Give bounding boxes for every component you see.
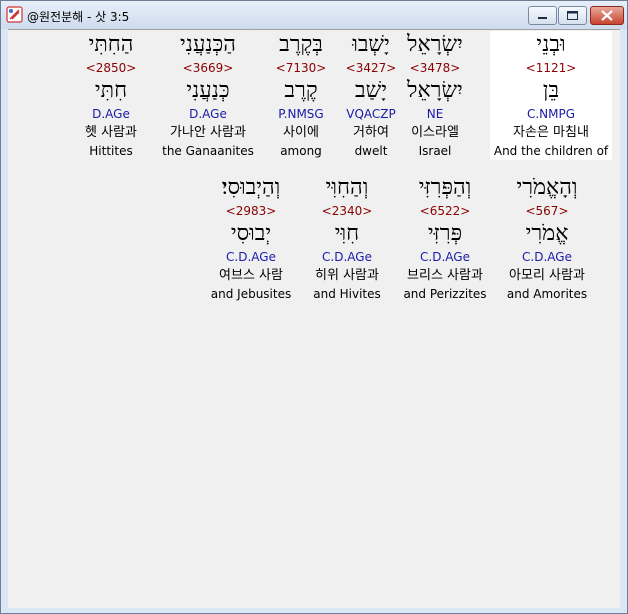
app-bible-icon xyxy=(6,6,23,23)
word-card[interactable]: וְהַחִוִּי <2340> חִוִּי C.D.AGe 히위 사람과 and H… xyxy=(300,174,394,303)
strong-number[interactable]: <3669> xyxy=(160,59,256,77)
parsing-code: C.NMPG xyxy=(526,107,576,121)
strong-number[interactable]: <2850> xyxy=(64,59,158,77)
hebrew-word: וּבְנֵי xyxy=(536,32,566,57)
korean-gloss: 여브스 사람 xyxy=(219,268,283,283)
word-card[interactable]: הַחִתִּי <2850> חִתִּי D.AGe 헷 사람과 Hittites xyxy=(64,31,158,160)
hebrew-word: בְּקֶרֶב xyxy=(279,32,323,57)
korean-gloss: 브리스 사람과 xyxy=(407,268,483,283)
english-gloss: and Perizzites xyxy=(403,287,487,301)
parsing-code: P.NMSG xyxy=(278,107,324,121)
english-gloss: And the children of xyxy=(493,144,609,158)
parsing-code: C.D.AGe xyxy=(322,250,372,264)
parsing-code: C.D.AGe xyxy=(420,250,470,264)
word-card[interactable]: הַכְּנַעֲנִי <3669> כְּנַעֲנִי D.AGe 가나안 사람과… xyxy=(160,31,256,160)
word-card[interactable]: וְהַיְבוּסִי׃ <2983> יְבוּסִי C.D.AGe 여브스 사람… xyxy=(204,174,298,303)
hebrew-lemma: יְבוּסִי xyxy=(230,221,272,246)
title-bar[interactable]: @원전분해 - 삿 3:5 xyxy=(1,1,627,29)
english-gloss: Hittites xyxy=(89,144,133,158)
hebrew-word: וְהַחִוִּי xyxy=(325,175,369,200)
strong-number[interactable]: <7130> xyxy=(254,59,348,77)
maximize-icon xyxy=(567,11,578,20)
hebrew-word: וְהַפְּרִזִּי xyxy=(418,175,472,200)
korean-gloss: 가나안 사람과 xyxy=(170,125,246,140)
hebrew-lemma: חִתִּי xyxy=(94,78,128,103)
parsing-code: C.D.AGe xyxy=(226,250,276,264)
korean-gloss: 사이에 xyxy=(283,125,319,140)
word-card[interactable]: וּבְנֵי <1121> בֵּן C.NMPG 자손은 마침내 And the ch… xyxy=(490,31,612,160)
word-card[interactable]: בְּקֶרֶב <7130> קֶרֶב P.NMSG 사이에 among xyxy=(254,31,348,160)
word-card[interactable]: וְהָאֱמֹרִי <567> אֱמֹרִי C.D.AGe 아모리 사람과 and… xyxy=(500,174,594,303)
english-gloss: and Hivites xyxy=(313,287,381,301)
word-card[interactable]: וְהַפְּרִזִּי <6522> פְּרִזִּי C.D.AGe 브리스 사… xyxy=(398,174,492,303)
strong-number[interactable]: <2340> xyxy=(300,202,394,220)
english-gloss: and Amorites xyxy=(506,287,588,301)
close-icon xyxy=(601,10,613,21)
hebrew-word: וְהַיְבוּסִי׃ xyxy=(221,175,281,200)
parsing-code: C.D.AGe xyxy=(522,250,572,264)
hebrew-word: וְהָאֱמֹרִי xyxy=(516,175,578,200)
hebrew-lemma: פְּרִזִּי xyxy=(427,221,463,246)
parsing-code: D.AGe xyxy=(92,107,130,121)
parsing-code: D.AGe xyxy=(189,107,227,121)
close-button[interactable] xyxy=(590,6,624,25)
korean-gloss: 헷 사람과 xyxy=(85,125,137,140)
strong-number[interactable]: <567> xyxy=(500,202,594,220)
english-gloss: and Jebusites xyxy=(210,287,292,301)
minimize-button[interactable] xyxy=(528,6,557,25)
hebrew-lemma: חִוִּי xyxy=(334,221,360,246)
maximize-button[interactable] xyxy=(558,6,587,25)
hebrew-word: הַכְּנַעֲנִי xyxy=(180,32,236,57)
english-gloss: the Ganaanites xyxy=(162,144,254,158)
strong-number[interactable]: <1121> xyxy=(490,59,612,77)
hebrew-lemma: בֵּן xyxy=(542,78,560,103)
korean-gloss: 아모리 사람과 xyxy=(509,268,585,283)
hebrew-lemma: קֶרֶב xyxy=(284,78,318,103)
korean-gloss: 자손은 마침내 xyxy=(513,125,589,140)
minimize-icon xyxy=(538,17,547,19)
app-window: @원전분해 - 삿 3:5 וּבְנֵי <1121> בֵּן C.NMPG 자손은… xyxy=(0,0,628,614)
window-title: @원전분해 - 삿 3:5 xyxy=(27,10,130,24)
korean-gloss: 히위 사람과 xyxy=(315,268,379,283)
content-area[interactable]: וּבְנֵי <1121> בֵּן C.NMPG 자손은 마침내 And the ch… xyxy=(8,29,620,608)
hebrew-word: הַחִתִּי xyxy=(88,32,134,57)
english-gloss: among xyxy=(280,144,322,158)
hebrew-lemma: כְּנַעֲנִי xyxy=(186,78,230,103)
strong-number[interactable]: <6522> xyxy=(398,202,492,220)
strong-number[interactable]: <2983> xyxy=(204,202,298,220)
hebrew-lemma: אֱמֹרִי xyxy=(525,221,569,246)
